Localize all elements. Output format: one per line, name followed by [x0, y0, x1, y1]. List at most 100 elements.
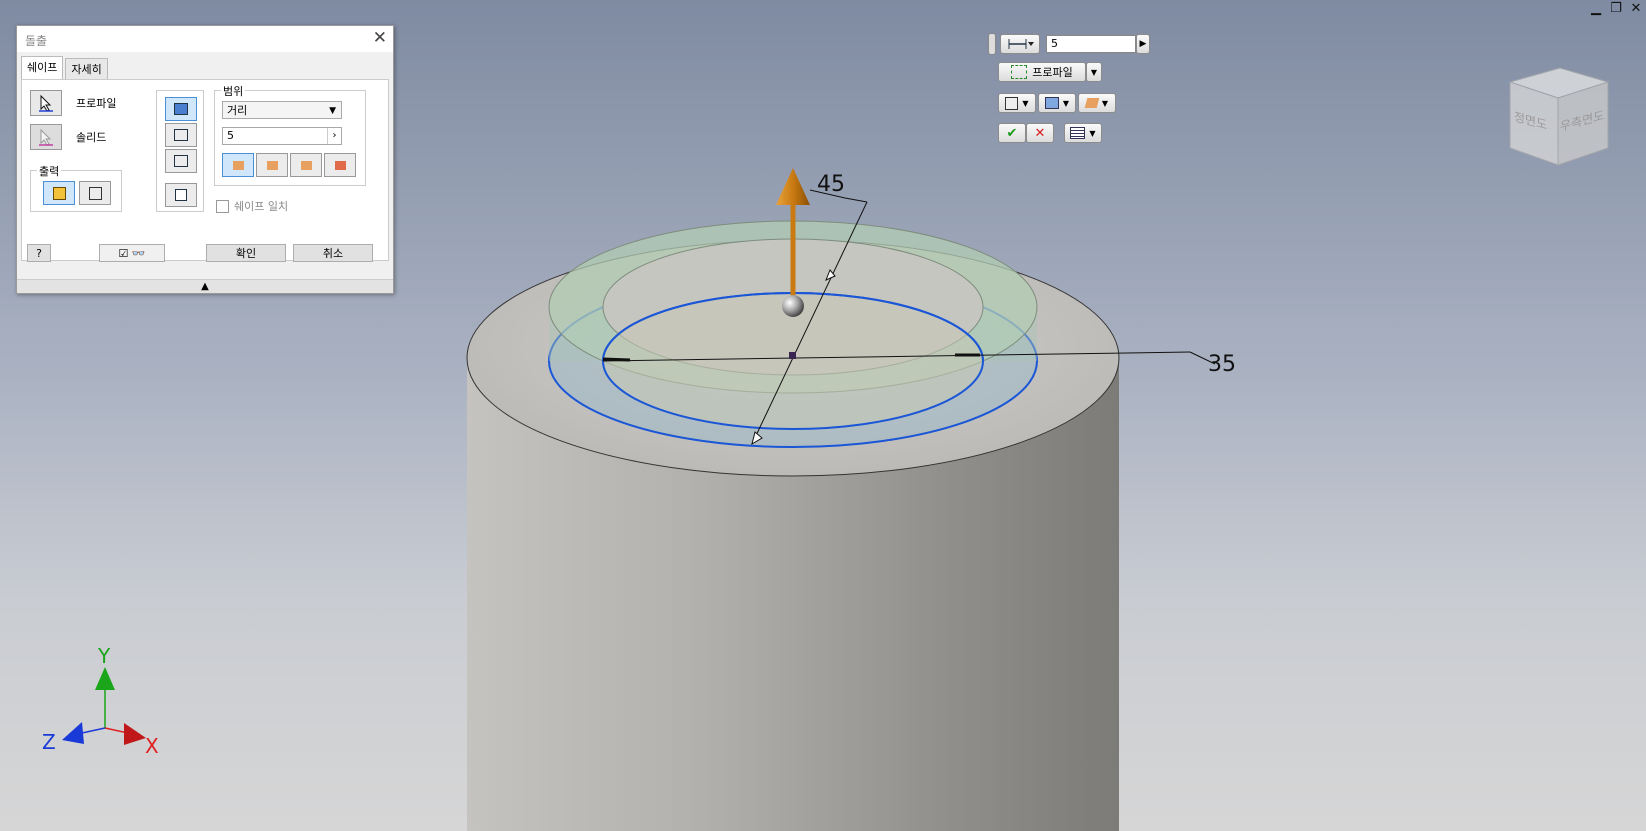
chevron-down-icon: ▼: [1062, 98, 1070, 108]
tab-more[interactable]: 자세히: [65, 58, 108, 81]
preview-toggle[interactable]: ☑ 👓: [99, 244, 165, 262]
mini-toolbar-grip[interactable]: [988, 33, 996, 55]
minimize-button[interactable]: ▁: [1590, 2, 1602, 16]
dialog-close-icon[interactable]: ✕: [373, 28, 387, 48]
match-shape-checkbox[interactable]: 쉐이프 일치: [216, 198, 288, 214]
list-icon: [1070, 127, 1086, 139]
join-icon: [1044, 97, 1059, 109]
extrude-direction-arrowhead: [776, 168, 810, 205]
extrude-dialog: 돌출 ✕ 쉐이프 자세히 프로파일 솔리드 출력 범위 거리 ▼ 5 › 쉐이프…: [16, 25, 394, 294]
intersect-operation-button[interactable]: [165, 149, 197, 173]
mini-ok-button[interactable]: ✔: [998, 123, 1026, 143]
chevron-down-icon: ▼: [1022, 98, 1029, 108]
mini-operation-button[interactable]: ▼: [1038, 93, 1076, 113]
chevron-down-icon: ▼: [1090, 67, 1098, 77]
operation-group: [156, 90, 204, 212]
chevron-down-icon: ▼: [1089, 128, 1096, 138]
mini-toolbar-profile-row: 프로파일 ▼: [998, 62, 1102, 82]
help-button[interactable]: ?: [27, 244, 51, 262]
axis-triad: [62, 667, 146, 745]
profile-select-button[interactable]: [30, 90, 62, 116]
close-window-button[interactable]: ✕: [1630, 2, 1642, 16]
preview-checkbox-icon: ☑: [118, 247, 129, 260]
solid-label: 솔리드: [76, 131, 107, 144]
profile-select-icon: [1011, 65, 1028, 79]
profile-selector-row: 프로파일: [30, 90, 116, 116]
glasses-icon: 👓: [131, 247, 146, 260]
extents-group: 범위 거리 ▼ 5 ›: [214, 83, 366, 186]
chevron-down-icon: ▼: [329, 106, 336, 116]
mini-direction-button[interactable]: ▼: [1078, 93, 1116, 113]
direction-icon: [1084, 98, 1100, 108]
new-solid-button[interactable]: [165, 183, 197, 207]
solid-box-icon: [1005, 96, 1019, 110]
mini-more-button[interactable]: ▼: [1064, 123, 1102, 143]
output-solid-button[interactable]: [43, 181, 75, 205]
cut-operation-button[interactable]: [165, 123, 197, 147]
mini-distance-input[interactable]: 5: [1046, 35, 1136, 53]
intersect-icon: [174, 155, 188, 167]
direction-flipped-button[interactable]: [256, 153, 288, 177]
solid-cube-icon: [52, 186, 66, 200]
mini-profile-label: 프로파일: [1032, 66, 1073, 79]
direction-default-button[interactable]: [222, 153, 254, 177]
distance-mode-button[interactable]: [1000, 34, 1040, 54]
cancel-button[interactable]: 취소: [293, 244, 373, 262]
mini-toolbar-actions-row: ✔ ✕ ▼: [998, 123, 1102, 143]
direction-default-icon: [232, 160, 244, 170]
mini-distance-arrow-button[interactable]: ▶: [1136, 34, 1150, 54]
help-icon: ?: [36, 247, 42, 260]
axis-label-z: Z: [42, 730, 56, 754]
dialog-tabs: 쉐이프 자세히: [21, 56, 110, 81]
cut-icon: [174, 129, 188, 141]
match-shape-label: 쉐이프 일치: [234, 200, 289, 213]
join-icon: [174, 103, 188, 115]
restore-button[interactable]: ❐: [1610, 2, 1622, 16]
direction-symmetric-button[interactable]: [290, 153, 322, 177]
axis-label-y: Y: [98, 644, 111, 668]
ok-button[interactable]: 확인: [206, 244, 286, 262]
cursor-arrow-icon: [39, 94, 53, 112]
mini-toolbar-distance-row: 5 ▶: [988, 33, 1150, 55]
surface-cube-icon: [88, 186, 102, 200]
mini-profile-button[interactable]: 프로파일: [998, 62, 1086, 82]
profile-label: 프로파일: [76, 97, 117, 110]
mini-output-button[interactable]: ▼: [998, 93, 1036, 113]
triangle-up-icon: ▲: [201, 281, 209, 292]
dimension-35-label[interactable]: 35: [1208, 352, 1236, 377]
check-icon: ✔: [1006, 125, 1018, 141]
direction-symmetric-icon: [300, 160, 312, 170]
output-group: 출력: [30, 163, 122, 212]
distance-value: 5: [227, 129, 234, 142]
output-label: 출력: [37, 163, 62, 179]
window-controls: ▁ ❐ ✕: [1590, 2, 1642, 16]
dialog-title: 돌출: [25, 34, 48, 48]
cursor-arrow-icon: [39, 128, 53, 146]
extents-label: 범위: [221, 83, 246, 99]
direction-asymmetric-icon: [334, 160, 346, 170]
direction-flipped-icon: [266, 160, 278, 170]
mini-profile-dropdown[interactable]: ▼: [1086, 62, 1102, 82]
extents-type-dropdown[interactable]: 거리 ▼: [222, 101, 342, 119]
tab-shape[interactable]: 쉐이프: [21, 56, 64, 79]
shape-tab-panel: 프로파일 솔리드 출력 범위 거리 ▼ 5 › 쉐이프 일치: [21, 79, 389, 261]
chevron-down-icon: ▼: [1101, 98, 1109, 108]
chevron-right-icon[interactable]: ›: [327, 128, 341, 144]
direction-asymmetric-button[interactable]: [324, 153, 356, 177]
axis-label-x: X: [145, 734, 159, 758]
expand-panel-button[interactable]: ▲: [17, 279, 393, 293]
mini-toolbar-options-row: ▼ ▼ ▼: [998, 93, 1116, 113]
output-surface-button[interactable]: [79, 181, 111, 205]
close-icon: ✕: [1034, 125, 1046, 141]
new-solid-icon: [175, 189, 187, 201]
solid-select-button[interactable]: [30, 124, 62, 150]
match-shape-checkbox-box[interactable]: [216, 199, 229, 213]
extents-type-value: 거리: [227, 104, 248, 117]
center-point: [789, 352, 796, 359]
mini-cancel-button[interactable]: ✕: [1026, 123, 1054, 143]
dialog-titlebar[interactable]: 돌출 ✕: [17, 26, 393, 52]
distance-input[interactable]: 5 ›: [222, 127, 342, 145]
join-operation-button[interactable]: [165, 97, 197, 121]
dimension-45-label[interactable]: 45: [817, 172, 845, 197]
solid-selector-row: 솔리드: [30, 124, 106, 150]
